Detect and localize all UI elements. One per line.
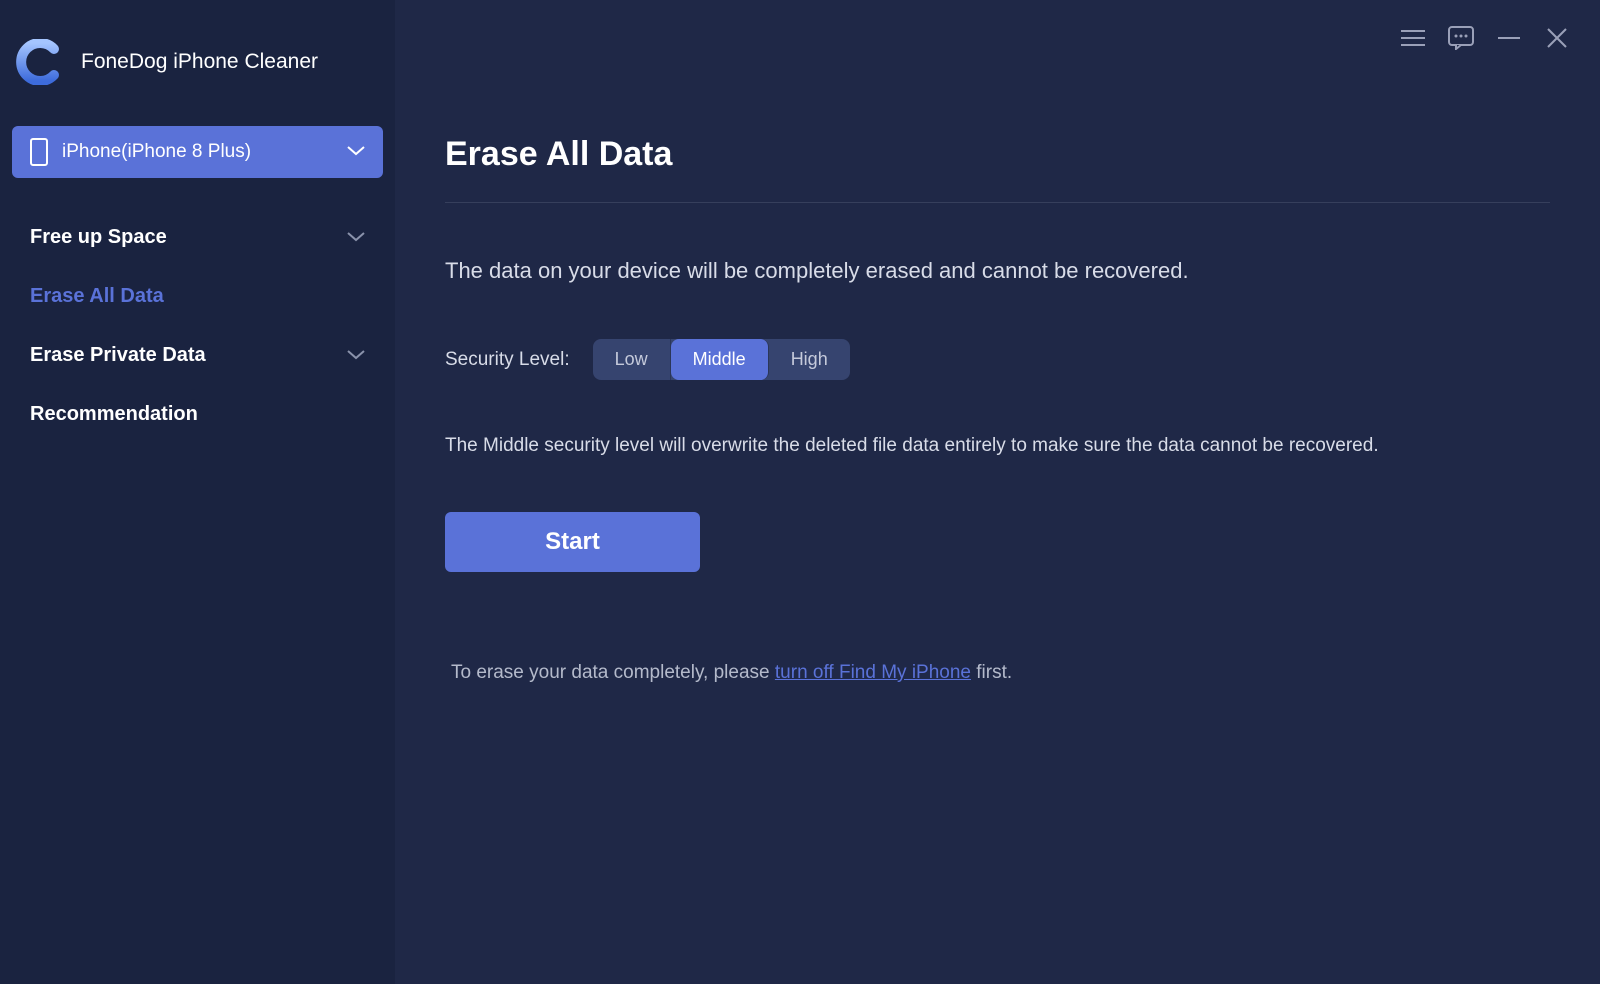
divider [445,202,1550,203]
hint-text: To erase your data completely, please tu… [445,662,1550,684]
app-title: FoneDog iPhone Cleaner [81,50,318,74]
content: Erase All Data The data on your device w… [445,0,1550,684]
security-level-group: Low Middle High [593,339,850,380]
app-logo-icon [15,38,63,86]
security-level-row: Security Level: Low Middle High [445,339,1550,380]
sidebar-item-erase-private-data[interactable]: Erase Private Data [0,326,395,385]
sidebar-item-label: Recommendation [30,403,198,426]
sidebar: FoneDog iPhone Cleaner iPhone(iPhone 8 P… [0,0,395,984]
minimize-icon[interactable] [1496,25,1522,51]
level-low-button[interactable]: Low [593,339,671,380]
nav-list: Free up Space Erase All Data Erase Priva… [0,193,395,459]
description-text: The data on your device will be complete… [445,258,1550,284]
feedback-icon[interactable] [1448,25,1474,51]
level-middle-button[interactable]: Middle [671,339,769,380]
device-label: iPhone(iPhone 8 Plus) [62,141,251,163]
level-high-button[interactable]: High [769,339,850,380]
page-title: Erase All Data [445,135,1550,202]
sidebar-item-erase-all-data[interactable]: Erase All Data [0,267,395,326]
hint-suffix: first. [971,662,1012,683]
logo-area: FoneDog iPhone Cleaner [0,8,395,126]
sidebar-item-label: Erase All Data [30,285,164,308]
menu-icon[interactable] [1400,25,1426,51]
main-content: Erase All Data The data on your device w… [395,0,1600,984]
sidebar-item-label: Free up Space [30,226,167,249]
hint-prefix: To erase your data completely, please [451,662,775,683]
security-level-label: Security Level: [445,349,570,371]
sidebar-item-free-up-space[interactable]: Free up Space [0,208,395,267]
level-description-text: The Middle security level will overwrite… [445,435,1550,457]
window-controls [1400,25,1570,51]
device-selector[interactable]: iPhone(iPhone 8 Plus) [12,126,383,178]
sidebar-item-recommendation[interactable]: Recommendation [0,385,395,444]
chevron-down-icon [347,229,365,247]
chevron-down-icon [347,143,365,161]
chevron-down-icon [347,347,365,365]
find-my-iphone-link[interactable]: turn off Find My iPhone [775,662,971,683]
close-icon[interactable] [1544,25,1570,51]
phone-icon [30,138,48,166]
sidebar-item-label: Erase Private Data [30,344,206,367]
start-button[interactable]: Start [445,512,700,572]
